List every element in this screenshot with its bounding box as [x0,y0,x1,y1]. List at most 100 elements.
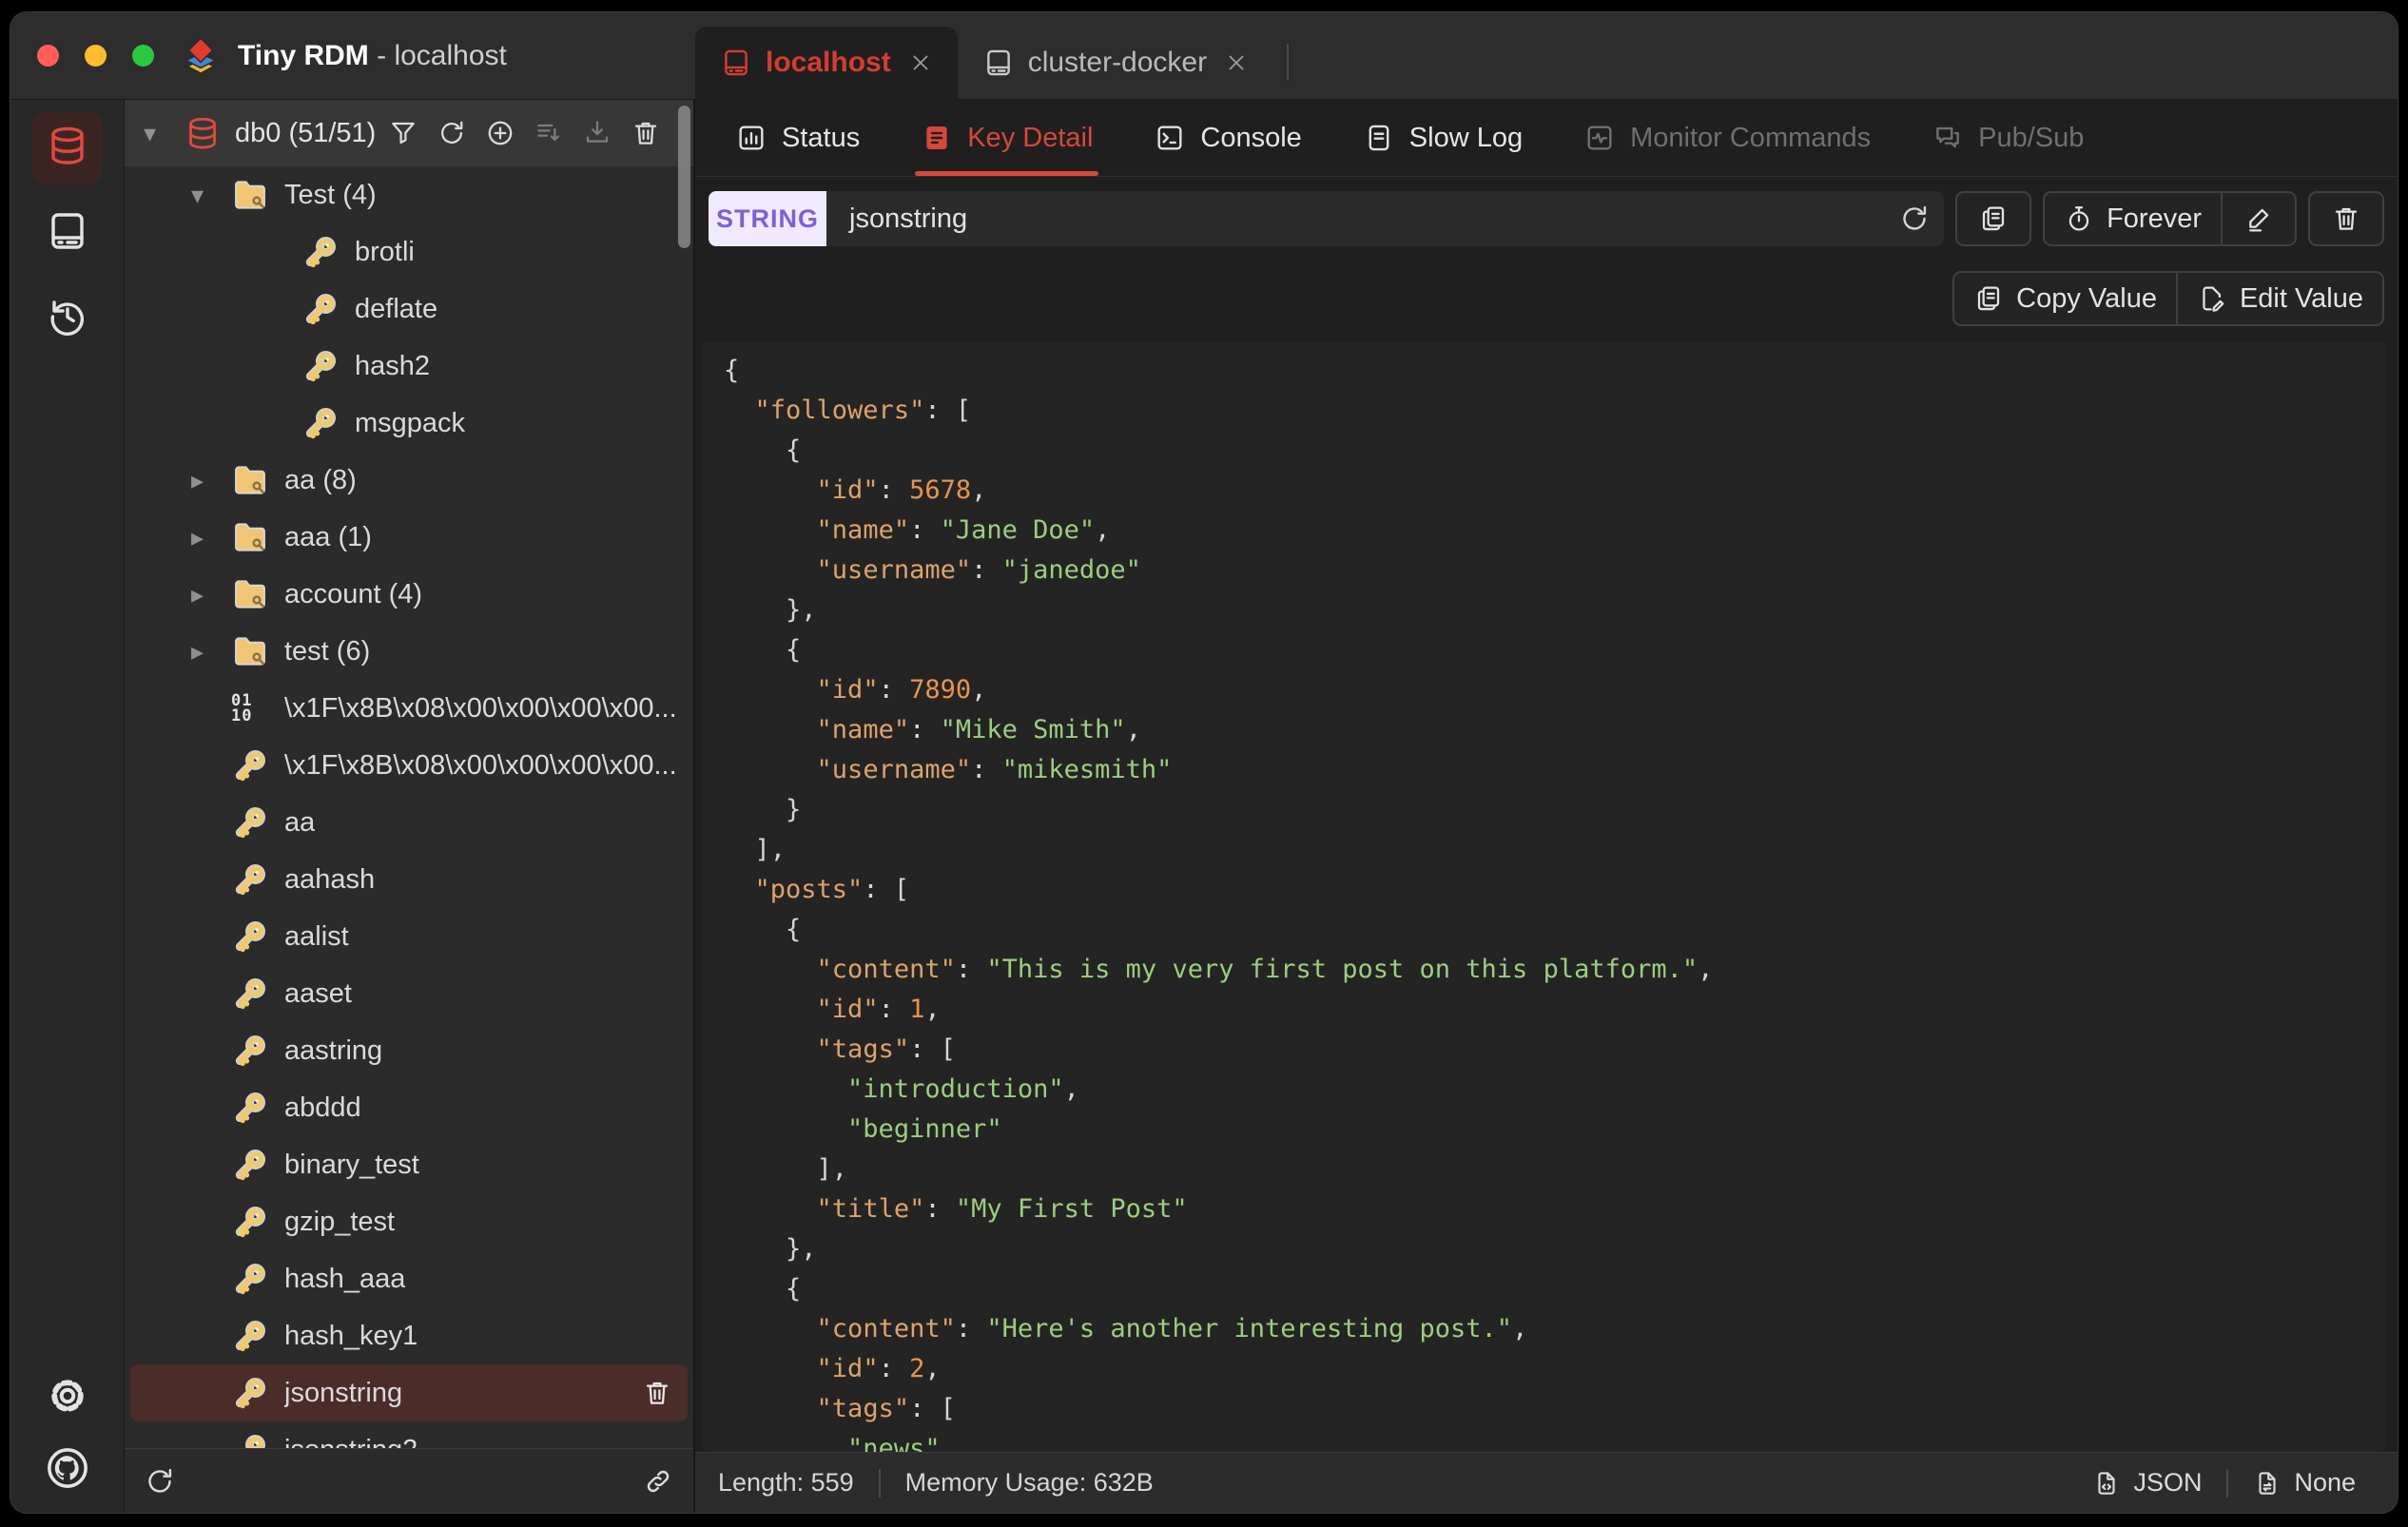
tree-item-aaa-1[interactable]: ▸ aaa (1) [125,509,693,566]
tree-item-label: aahash [284,863,376,895]
view-format-select[interactable]: JSON [2092,1468,2202,1498]
tree-item-label: hash_key1 [284,1320,418,1351]
caret-icon[interactable]: ▾ [191,181,231,210]
close-tab-icon[interactable] [1224,50,1249,75]
tree-item-label: binary_test [284,1149,419,1180]
refresh-icon[interactable] [437,118,467,148]
folder-icon [231,176,269,214]
json-line: }, [724,1234,817,1264]
tab-slow-log[interactable]: Slow Log [1363,100,1523,176]
caret-icon[interactable]: ▸ [191,523,231,552]
tree-item-aahash[interactable]: aahash [125,851,693,908]
tree-item-aa-8[interactable]: ▸ aa (8) [125,452,693,509]
minimize-window-button[interactable] [85,45,107,67]
reload-key-icon[interactable] [1898,203,1931,235]
add-key-icon[interactable] [485,118,515,148]
tree-item-aalist[interactable]: aalist [125,908,693,965]
close-window-button[interactable] [37,45,59,67]
key-icon [301,347,340,385]
tree-scrollbar[interactable] [678,106,690,248]
connection-name: - localhost [368,39,507,71]
value-actions-group: Copy Value Edit Value [1952,271,2384,326]
key-icon [301,290,340,328]
tree-item-x1f-x8b-x08-x00-x00-x00-x00[interactable]: \x1F\x8B\x08\x00\x00\x00\x00... [125,737,693,794]
tree-item-aastring[interactable]: aastring [125,1022,693,1079]
tab-key-detail[interactable]: Key Detail [915,100,1099,176]
rename-key-button[interactable] [2223,193,2295,244]
tree-item-brotli[interactable]: brotli [125,223,693,280]
database-icon [184,114,222,152]
decode-format-select[interactable]: None [2253,1468,2356,1498]
memory-usage-status: Memory Usage: 632B [904,1468,1154,1497]
tab-label: cluster-docker [1027,47,1208,78]
link-icon[interactable] [642,1465,674,1498]
tree-item-label: hash2 [355,350,431,381]
json-line: "id": 1, [816,995,941,1024]
copy-value-button[interactable]: Copy Value [1954,273,2176,324]
delete-icon[interactable] [631,118,661,148]
settings-button[interactable] [40,1370,95,1425]
tab-cluster-docker[interactable]: cluster-docker [958,27,1273,99]
server-subtabs: Status Key Detail Console Slow Log Monit… [695,100,2398,177]
github-button[interactable] [40,1442,95,1498]
tree-item-hash-aaa[interactable]: hash_aaa [125,1250,693,1307]
tree-item-account-4[interactable]: ▸ account (4) [125,566,693,623]
key-icon [231,1146,269,1184]
tree-item-jsonstring2[interactable]: jsonstring2 [125,1421,693,1448]
key-icon [231,746,269,784]
tab-console[interactable]: Console [1154,100,1302,176]
key-icon [231,975,269,1013]
tab-localhost[interactable]: localhost [695,27,958,99]
tree-item-jsonstring[interactable]: jsonstring [130,1364,688,1421]
import-icon[interactable] [582,118,612,148]
copy-key-button[interactable] [1955,191,2032,246]
tree-footer [125,1448,693,1513]
ttl-label: Forever [2107,203,2202,234]
zoom-window-button[interactable] [132,45,154,67]
ttl-button[interactable]: Forever [2045,193,2221,244]
tree-item-msgpack[interactable]: msgpack [125,395,693,452]
caret-icon[interactable]: ▸ [191,466,231,495]
tree-item-test-6[interactable]: ▸ test (6) [125,623,693,680]
tree-item-test-4[interactable]: ▾ Test (4) [125,166,693,223]
sort-desc-icon[interactable] [534,118,564,148]
tab-monitor-commands[interactable]: Monitor Commands [1583,100,1871,176]
tree-item-hash2[interactable]: hash2 [125,338,693,395]
key-icon [231,1032,269,1070]
server-icon [720,47,752,79]
rail-item-database[interactable] [31,111,103,184]
tree-toolbar [388,118,661,148]
app-logo-icon [179,34,223,78]
database-header-row[interactable]: ▾ db0 (51/51) [125,100,693,166]
edit-value-button[interactable]: Edit Value [2178,273,2382,324]
caret-down-icon[interactable]: ▾ [144,119,184,148]
rail-item-server[interactable] [32,197,103,269]
tree-item-binary-test[interactable]: binary_test [125,1136,693,1193]
tree-item-abddd[interactable]: abddd [125,1079,693,1136]
key-type-badge: STRING [709,191,826,246]
tab-pubsub[interactable]: Pub/Sub [1932,100,2084,176]
caret-icon[interactable]: ▸ [191,580,231,609]
tree-item-aaset[interactable]: aaset [125,965,693,1022]
value-toolbar: Copy Value Edit Value [709,271,2384,326]
copy-value-icon [1973,283,2004,314]
tab-status[interactable]: Status [735,100,860,176]
key-name-input[interactable]: jsonstring [826,191,1945,246]
tree-item-gzip-test[interactable]: gzip_test [125,1193,693,1250]
binary-icon: 01 10 [231,691,253,725]
tree-item-label: aalist [284,920,349,952]
tree-item-aa[interactable]: aa [125,794,693,851]
tree-item-deflate[interactable]: deflate [125,280,693,338]
trash-icon[interactable] [642,1378,672,1408]
reload-tree-icon[interactable] [144,1465,176,1498]
filter-icon[interactable] [388,118,418,148]
json-viewer[interactable]: { "followers": [ { "id": 5678, "name": "… [703,341,2385,1452]
tree-item-x1f-x8b-x08-x00-x00-x00-x00[interactable]: 01 10 \x1F\x8B\x08\x00\x00\x00\x00... [125,680,693,737]
caret-icon[interactable]: ▸ [191,637,231,667]
rail-item-history[interactable] [32,282,103,355]
tree-item-hash-key1[interactable]: hash_key1 [125,1307,693,1364]
json-line: { [724,915,802,944]
close-tab-icon[interactable] [908,50,933,75]
decode-format-icon [2253,1469,2282,1498]
delete-key-button[interactable] [2308,191,2384,246]
